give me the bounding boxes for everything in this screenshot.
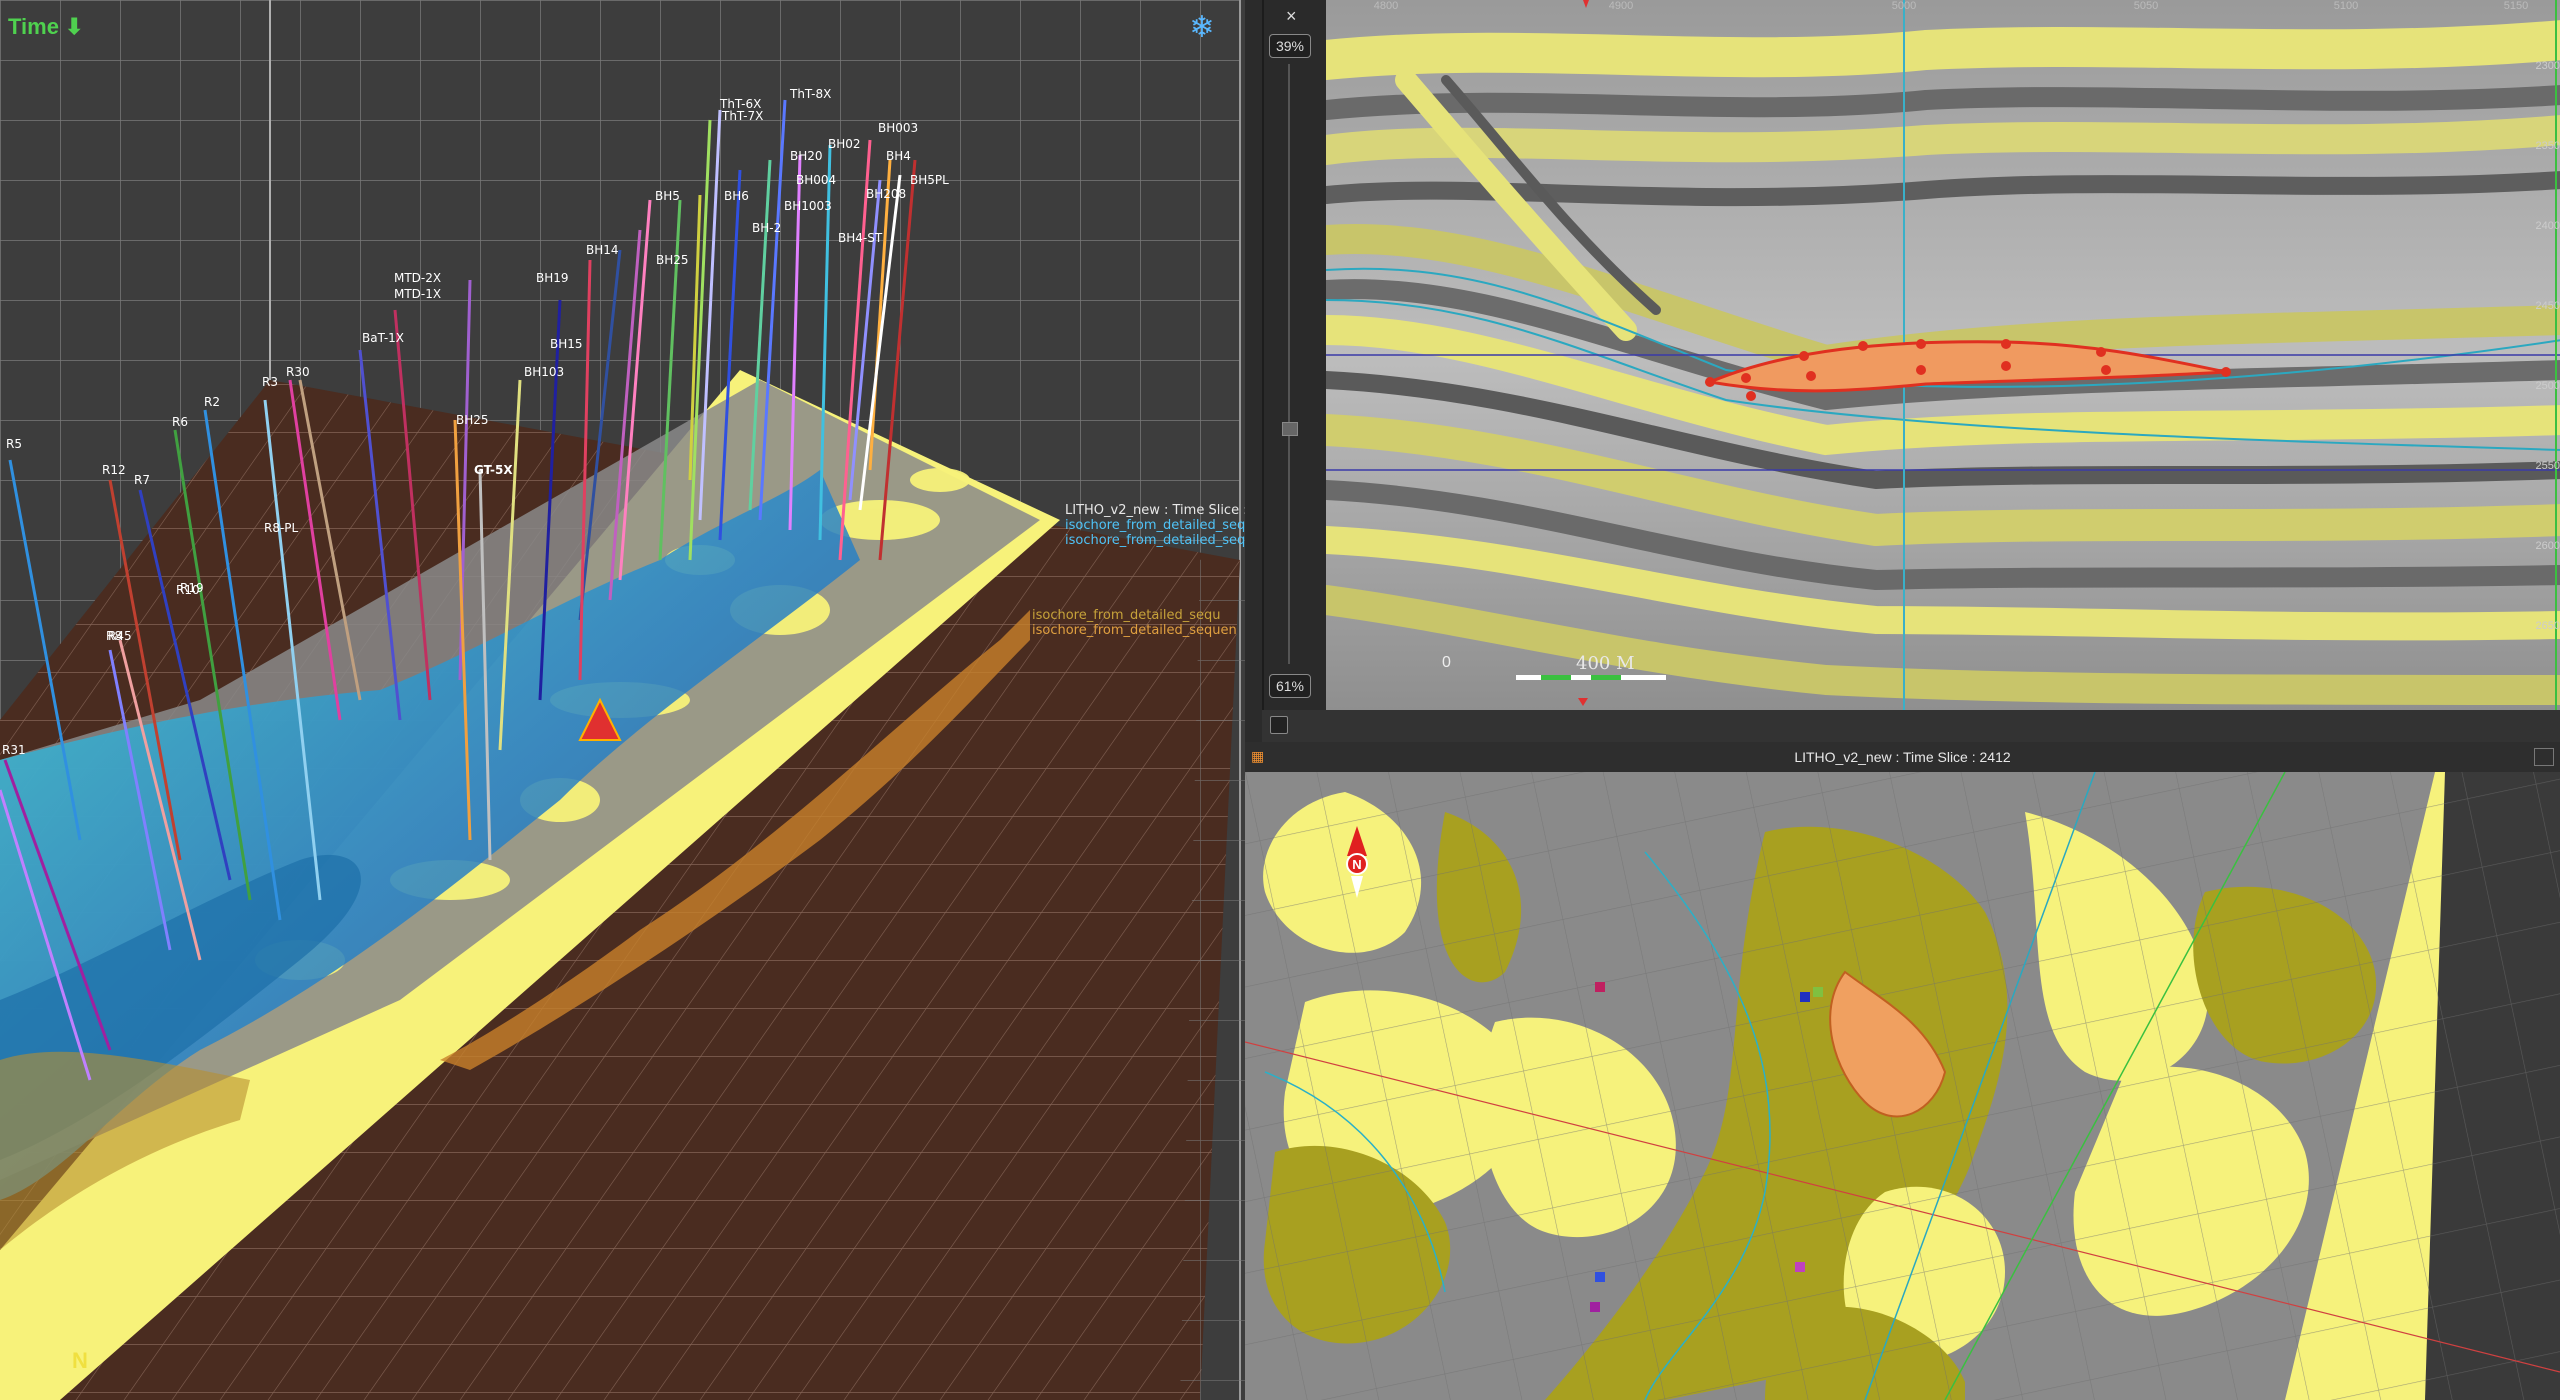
well-label: BH25 [456, 413, 489, 427]
well-label: BH208 [866, 187, 906, 201]
north-arrow: N [1337, 822, 1377, 902]
y-tick: 2350 [2535, 140, 2560, 152]
well-label: BH6 [724, 189, 749, 203]
y-tick: 2650 [2535, 620, 2560, 632]
3d-legend: LITHO_v2_new : Time Slice : isochore_fro… [1065, 503, 1245, 548]
well-label: BH1003 [784, 199, 832, 213]
zoom-slider-track[interactable] [1288, 64, 1290, 664]
time-direction-indicator[interactable]: Time ⬇ [8, 14, 83, 40]
x-tick: 5000 [1891, 0, 1917, 12]
well-label: R45 [108, 629, 132, 643]
map-window-icon[interactable]: ▦ [1251, 748, 1269, 764]
zoom-bottom-box[interactable]: 61% [1269, 674, 1311, 698]
x-tick: 5100 [2333, 0, 2359, 12]
well-label: R12 [102, 463, 126, 477]
well-label: BH14 [586, 243, 619, 257]
map-titlebar: ▦ LITHO_v2_new : Time Slice : 2412 [1245, 742, 2560, 772]
legend-item: LITHO_v2_new : Time Slice : [1065, 503, 1245, 518]
y-tick: 2600 [2535, 540, 2560, 552]
north-arrow-3d: N [72, 1348, 88, 1374]
map-title: LITHO_v2_new : Time Slice : 2412 [1794, 749, 2011, 765]
legend-item: isochore_from_detailed_sequen [1032, 623, 1237, 638]
zoom-top-box[interactable]: 39% [1269, 34, 1311, 58]
well-label: BH02 [828, 137, 861, 151]
maximize-icon[interactable] [2534, 748, 2554, 766]
3d-scene[interactable]: ThT-8X ThT-6X ThT-7X BH003 BH02 BH20 BH0… [0, 0, 1245, 1400]
scale-bar-label: 400 M [1576, 653, 1635, 674]
well-label: R31 [2, 743, 26, 757]
y-tick: 2300 [2535, 60, 2560, 72]
y-tick: 2400 [2535, 220, 2560, 232]
well-label: R19 [180, 581, 204, 595]
3d-viewport[interactable]: ThT-8X ThT-6X ThT-7X BH003 BH02 BH20 BH0… [0, 0, 1245, 1400]
legend-item: isochore_from_detailed_sequ [1065, 533, 1245, 548]
well-label: BH4 [886, 149, 911, 163]
well-label: BH15 [550, 337, 583, 351]
well-label: BaT-1X [362, 331, 404, 345]
x-tick: 5150 [2503, 0, 2529, 12]
legend-item: isochore_from_detailed_sequ [1065, 518, 1245, 533]
well-label: MTD-2X [394, 271, 441, 285]
well-label: GT-5X [474, 463, 513, 477]
snowflake-icon[interactable]: ❄ [1184, 10, 1220, 46]
scale-bar-zero: 0 [1442, 654, 1451, 671]
time-label: Time [8, 14, 59, 39]
x-tick: 4900 [1608, 0, 1634, 12]
seismic-bottom-toolbar [1262, 710, 2560, 742]
y-tick: 2450 [2535, 300, 2560, 312]
well-label: R8-PL [264, 521, 299, 535]
map-canvas[interactable] [1245, 772, 2560, 1400]
north-label: N [1352, 857, 1361, 872]
well-label: R6 [172, 415, 188, 429]
close-icon[interactable]: × [1286, 6, 1297, 27]
down-arrow-icon: ⬇ [64, 14, 84, 39]
x-tick: 5050 [2133, 0, 2159, 12]
zoom-slider-thumb[interactable] [1282, 422, 1298, 436]
well-label: BH20 [790, 149, 823, 163]
map-view-panel[interactable]: ▦ LITHO_v2_new : Time Slice : 2412 N [1245, 742, 2560, 1400]
well-label: BH103 [524, 365, 564, 379]
well-label: ThT-7X [721, 109, 763, 123]
well-label: BH-2 [752, 221, 781, 235]
well-label: R3 [262, 375, 278, 389]
zoom-sidebar: × 39% 61% [1264, 0, 1326, 710]
y-tick: 2550 [2535, 460, 2560, 472]
x-tick: 4800 [1373, 0, 1399, 12]
well-label: BH25 [656, 253, 689, 267]
3d-legend-secondary: isochore_from_detailed_sequ isochore_fro… [1032, 608, 1237, 638]
well-label: R5 [6, 437, 22, 451]
well-label: BH5 [655, 189, 680, 203]
legend-item: isochore_from_detailed_sequ [1032, 608, 1221, 623]
seismic-image[interactable] [1326, 0, 2560, 710]
well-label: BH4-ST [838, 231, 883, 245]
seismic-x-axis: 4800 4900 5000 5050 5100 5150 [1326, 0, 2560, 16]
north-label: N [72, 1348, 88, 1373]
well-label: BH19 [536, 271, 569, 285]
well-label: ThT-8X [789, 87, 831, 101]
well-label: R2 [204, 395, 220, 409]
well-label: R7 [134, 473, 150, 487]
well-label: R30 [286, 365, 310, 379]
seismic-section-panel[interactable]: × 39% 61% 4800 4900 5000 5050 5100 5150 … [1262, 0, 2560, 710]
well-label: BH5PL [910, 173, 949, 187]
y-tick: 2500 [2535, 380, 2560, 392]
well-label: BH003 [878, 121, 918, 135]
well-label: MTD-1X [394, 287, 441, 301]
toolbar-toggle-button[interactable] [1270, 716, 1288, 734]
well-label: BH004 [796, 173, 836, 187]
